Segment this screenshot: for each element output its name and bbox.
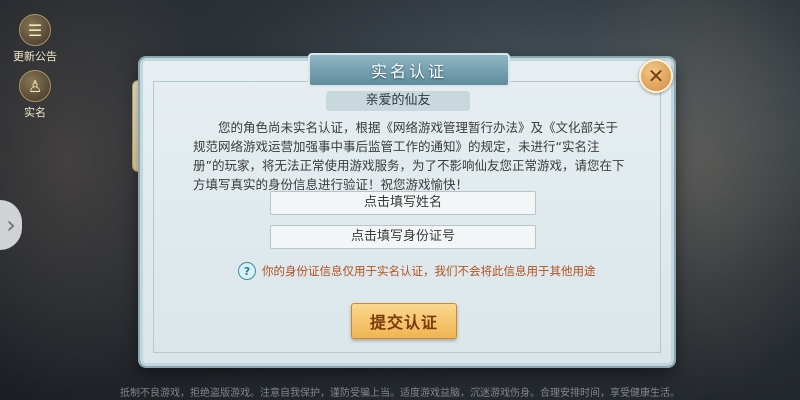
scroll-icon: ☰: [19, 14, 51, 46]
announcement-button[interactable]: ☰ 更新公告: [10, 14, 60, 64]
question-icon: ?: [238, 262, 256, 280]
announcement-label: 更新公告: [13, 50, 57, 63]
greeting-heading: 亲爱的仙友: [326, 91, 470, 111]
name-input[interactable]: 点击填写姓名: [270, 191, 536, 215]
health-advisory: 抵制不良游戏，拒绝盗版游戏。注意自我保护，谨防受骗上当。适度游戏益脑，沉迷游戏伤…: [120, 388, 680, 399]
realname-side-button[interactable]: ♙ 实名: [10, 70, 60, 120]
privacy-hint: ? 你的身份证信息仅用于实名认证，我们不会将此信息用于其他用途: [238, 261, 598, 281]
person-icon: ♙: [19, 70, 51, 102]
close-icon: ✕: [647, 64, 665, 88]
dialog-title: 实名认证: [308, 53, 510, 87]
close-button[interactable]: ✕: [639, 59, 673, 93]
realname-dialog: 实名认证 ✕ 亲爱的仙友 您的角色尚未实名认证，根据《网络游戏管理暂行办法》及《…: [140, 53, 674, 366]
submit-button[interactable]: 提交认证: [351, 303, 457, 339]
privacy-hint-text: 你的身份证信息仅用于实名认证，我们不会将此信息用于其他用途: [262, 264, 596, 278]
id-number-input[interactable]: 点击填写身份证号: [270, 225, 536, 249]
chevron-right-icon: ›: [6, 211, 16, 239]
notice-text: 您的角色尚未实名认证，根据《网络游戏管理暂行办法》及《文化部关于规范网络游戏运营…: [193, 120, 625, 192]
realname-side-label: 实名: [24, 106, 46, 119]
